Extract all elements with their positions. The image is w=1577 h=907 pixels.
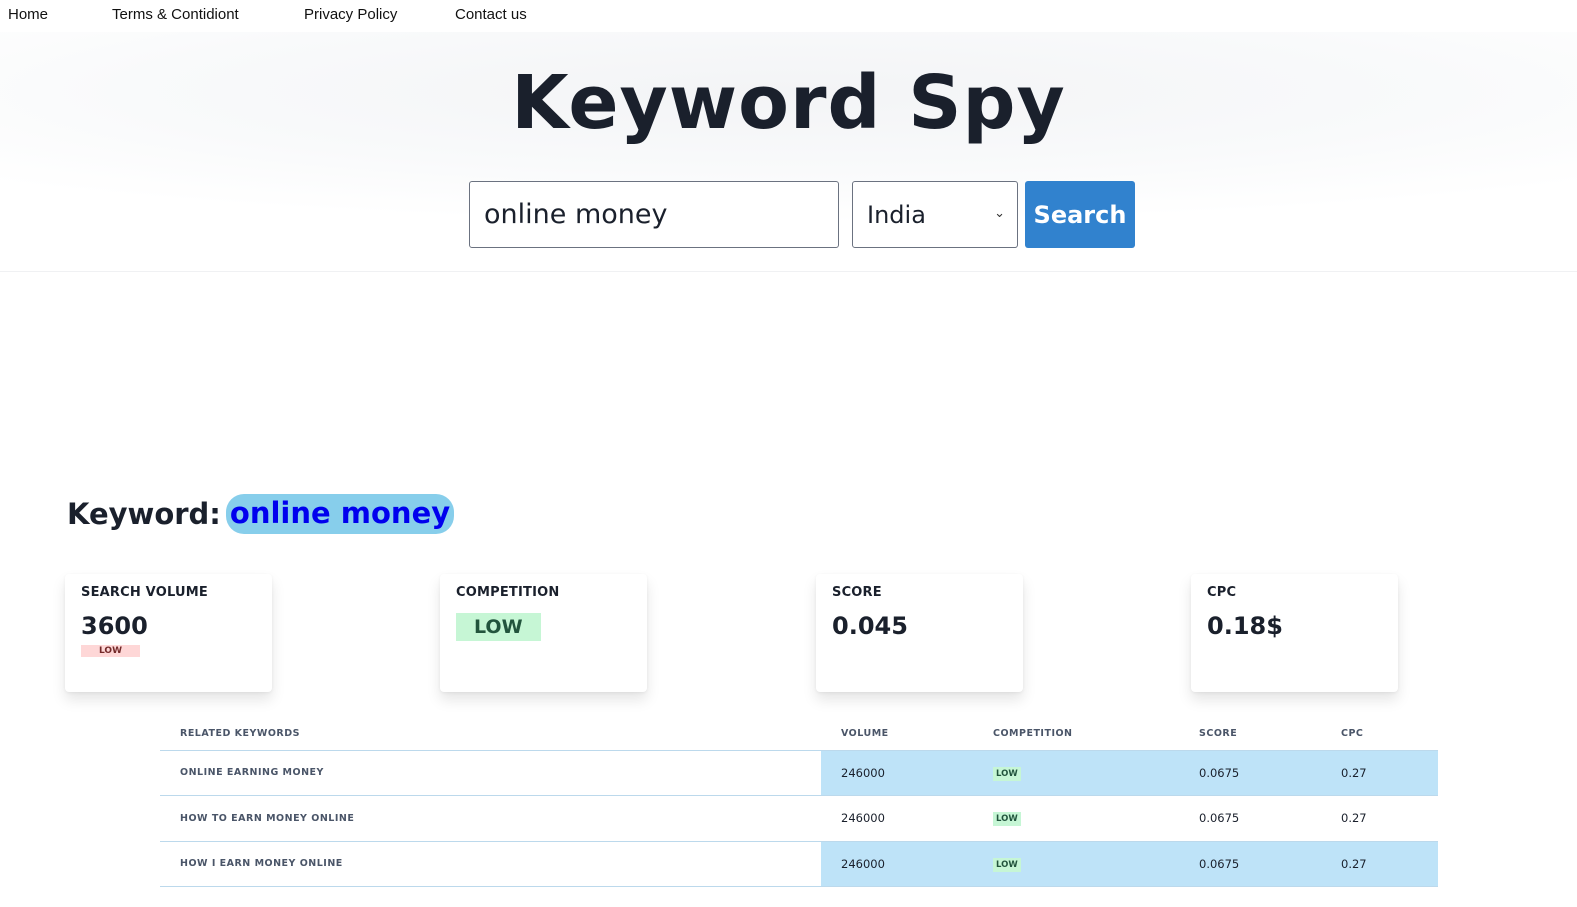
search-volume-badge: LOW [81,645,140,657]
col-header-cpc: CPC [1321,718,1438,751]
competition-badge: LOW [993,857,1021,872]
competition-badge: LOW [993,812,1021,827]
keyword-value-pill: online money [225,494,455,534]
competition-card: COMPETITION LOW [440,574,647,692]
row-volume: 246000 [821,795,973,842]
row-competition: LOW [973,795,1179,842]
row-volume: 246000 [821,841,973,887]
row-competition: LOW [973,841,1179,887]
competition-label: COMPETITION [456,585,560,600]
row-cpc: 0.27 [1321,841,1438,887]
row-cpc: 0.27 [1321,795,1438,842]
keyword-label: Keyword: [67,497,221,531]
table-header-row: RELATED KEYWORDS VOLUME COMPETITION SCOR… [160,718,1438,751]
country-select[interactable]: India ⌄ [852,181,1018,248]
row-cpc: 0.27 [1321,750,1438,796]
competition-badge: LOW [456,613,541,641]
country-select-value: India [867,200,926,229]
cpc-card: CPC 0.18$ [1191,574,1398,692]
row-competition: LOW [973,750,1179,796]
table-row: HOW TO EARN MONEY ONLINE 246000 LOW 0.06… [160,795,1438,842]
row-keyword: HOW TO EARN MONEY ONLINE [160,795,821,842]
row-keyword: ONLINE EARNING MONEY [160,750,821,796]
col-header-keyword: RELATED KEYWORDS [160,718,821,751]
search-volume-card: SEARCH VOLUME 3600 LOW [65,574,272,692]
page-title: Keyword Spy [511,60,1066,146]
row-volume: 246000 [821,750,973,796]
search-volume-value: 3600 [81,612,148,640]
search-button[interactable]: Search [1025,181,1135,248]
hero-section: Keyword Spy India ⌄ Search [0,32,1577,272]
nav-terms-link[interactable]: Terms & Contidiont [112,6,239,23]
row-score: 0.0675 [1179,750,1321,796]
row-keyword: HOW I EARN MONEY ONLINE [160,841,821,887]
score-value: 0.045 [832,612,908,640]
table-row: HOW I EARN MONEY ONLINE 246000 LOW 0.067… [160,841,1438,887]
table-row: ONLINE EARNING MONEY 246000 LOW 0.0675 0… [160,750,1438,796]
nav-privacy-link[interactable]: Privacy Policy [304,6,397,23]
score-label: SCORE [832,585,882,600]
keyword-heading: Keyword: online money [67,494,455,534]
nav-home-link[interactable]: Home [8,6,48,23]
search-volume-label: SEARCH VOLUME [81,585,208,600]
col-header-volume: VOLUME [821,718,973,751]
score-card: SCORE 0.045 [816,574,1023,692]
keyword-search-input[interactable] [469,181,839,248]
col-header-competition: COMPETITION [973,718,1179,751]
col-header-score: SCORE [1179,718,1321,751]
competition-badge: LOW [993,766,1021,781]
cpc-label: CPC [1207,585,1237,600]
row-score: 0.0675 [1179,841,1321,887]
chevron-down-icon: ⌄ [994,206,1005,221]
related-keywords-table: RELATED KEYWORDS VOLUME COMPETITION SCOR… [160,718,1438,887]
cpc-value: 0.18$ [1207,612,1283,640]
row-score: 0.0675 [1179,795,1321,842]
nav-contact-link[interactable]: Contact us [455,6,527,23]
